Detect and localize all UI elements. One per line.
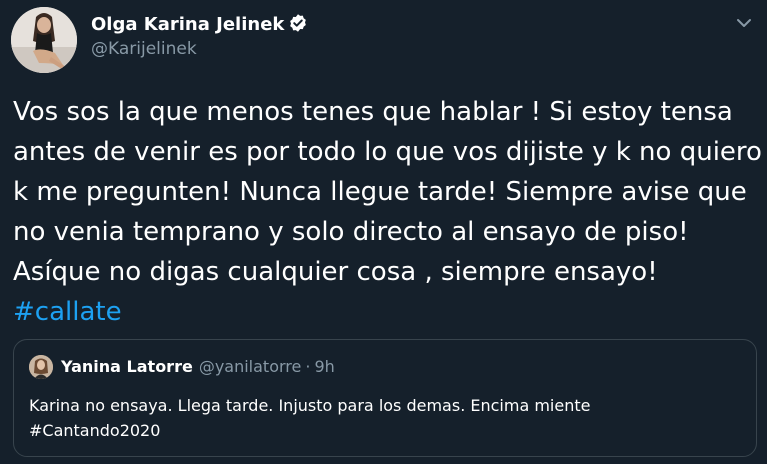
verified-badge-icon	[290, 14, 307, 32]
tweet-text-line: k me pregunten! Nunca llegue tarde! Siem…	[13, 177, 747, 207]
quoted-tweet-header: Yanina Latorre @yanilatorre · 9h	[61, 357, 335, 376]
quoted-author-handle[interactable]: @yanilatorre	[199, 357, 302, 376]
tweet-text: Vos sos la que menos tenes que hablar ! …	[13, 92, 762, 332]
quoted-text-line: #Cantando2020	[29, 421, 161, 440]
quoted-tweet-card[interactable]: Yanina Latorre @yanilatorre · 9h Karina no …	[13, 339, 757, 457]
separator-dot: ·	[305, 357, 311, 376]
tweet-text-line: Vos sos la que menos tenes que hablar ! …	[13, 97, 733, 127]
quoted-author-avatar-image	[29, 355, 53, 379]
author-handle[interactable]: @Karijelinek	[91, 39, 197, 59]
tweet-text-line: no venia temprano y solo directo al ensa…	[13, 217, 689, 247]
author-name-row[interactable]: Olga Karina Jelinek	[91, 13, 308, 35]
quoted-tweet-text: Karina no ensaya. Llega tarde. Injusto p…	[29, 393, 739, 443]
quoted-text-line: Karina no ensaya. Llega tarde. Injusto p…	[29, 396, 591, 415]
tweet-text-line: antes de venir es por todo lo que vos di…	[13, 137, 762, 167]
author-avatar[interactable]	[11, 7, 77, 73]
author-avatar-image	[11, 7, 77, 73]
hashtag-link[interactable]: #callate	[13, 292, 753, 332]
author-name[interactable]: Olga Karina Jelinek	[91, 14, 284, 35]
tweet-text-line: Asíque no digas cualquier cosa , siempre…	[13, 257, 658, 287]
chevron-down-icon[interactable]	[735, 14, 753, 32]
quoted-author-name[interactable]: Yanina Latorre	[61, 357, 193, 376]
quoted-tweet-time[interactable]: 9h	[314, 357, 334, 376]
quoted-author-avatar[interactable]	[29, 355, 53, 379]
tweet: Olga Karina Jelinek @Karijelinek Vos sos…	[0, 0, 767, 464]
